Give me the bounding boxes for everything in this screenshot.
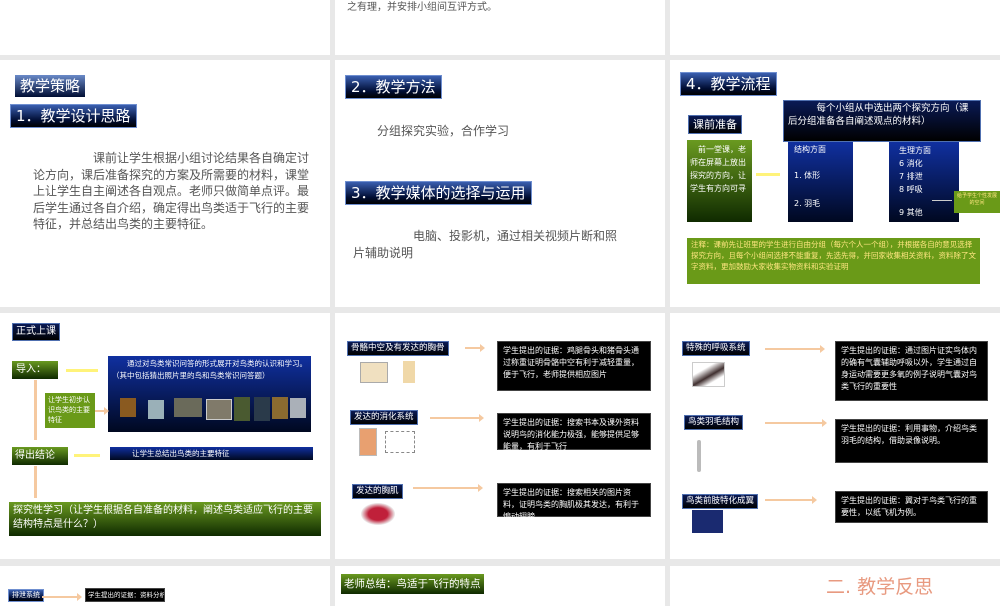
- slide-text: 之有理，并安排小组间互评方式。: [347, 2, 497, 13]
- flying-bird-image: [692, 510, 723, 533]
- structure-column: 结构方面 1. 体形 2. 羽毛: [788, 142, 853, 222]
- feature-label: 发达的消化系统: [350, 410, 418, 425]
- slide-teaching-methods[interactable]: 2．教学方法 分组探究实验，合作学习 3．教学媒体的选择与运用 电脑、投影机，通…: [335, 60, 665, 307]
- slide-thumbnail[interactable]: [670, 0, 1000, 55]
- feature-label: 排泄系统: [8, 589, 44, 602]
- slide-formal-class[interactable]: 正式上课 导入： 通过对鸟类常识问答的形式展开对鸟类的认识和学习。（其中包括猜出…: [0, 313, 330, 559]
- bird-photo: [290, 398, 306, 418]
- digestive-image: [385, 431, 415, 453]
- digestive-image: [359, 428, 377, 456]
- list-item: 9 其他: [899, 208, 923, 217]
- conclusion-label: 得出结论: [12, 447, 68, 465]
- section-heading: 4．教学流程: [680, 72, 777, 96]
- feature-label: 鸟类前肢特化成翼: [682, 494, 759, 509]
- bird-photo: [254, 397, 270, 421]
- bird-photo: [234, 397, 250, 421]
- physiology-column: 生理方面 6 消化 7 排泄 8 呼吸 9 其他: [889, 142, 959, 222]
- feather-image: [697, 440, 701, 472]
- section-heading: 2．教学方法: [345, 75, 442, 99]
- evidence-box: 学生提出的证据：搜索书本及课外资料说明鸟的消化能力极强，能够提供足够能量，有利于…: [497, 413, 651, 451]
- choose-direction-box: 每个小组从中选出两个探究方向（课后分组准备各自阐述观点的材料）: [783, 100, 981, 142]
- conclusion-box: 让学生总结出鸟类的主要特征: [110, 447, 313, 460]
- slide-thumbnail[interactable]: [0, 0, 330, 55]
- summary-heading: 老师总结：鸟适于飞行的特点: [341, 574, 484, 594]
- feature-label: 发达的胸肌: [352, 484, 403, 499]
- bird-photo: [120, 398, 136, 417]
- intro-box: 通过对鸟类常识问答的形式展开对鸟类的认识和学习。（其中包括猜出照片里的鸟和鸟类常…: [108, 356, 311, 432]
- evidence-box: 学生提出的证据：鸡腿骨头和猪骨头通过称重证明骨骼中空有利于减轻重量，便于飞行，老…: [497, 341, 651, 391]
- arrow-icon: [932, 200, 952, 201]
- arrow-icon: [765, 419, 827, 427]
- list-item: 生理方面: [899, 146, 931, 155]
- flow-line: [34, 466, 37, 498]
- arrow-icon: [430, 414, 484, 422]
- side-note: 给予学生个性发展的空间: [954, 191, 1000, 213]
- slide-teaching-flow[interactable]: 4．教学流程 课前准备 前一堂课，老师在屏幕上放出探究的方向，让学生有方向可寻 …: [670, 60, 1000, 307]
- arrow-icon: [95, 407, 109, 415]
- feature-label: 鸟类羽毛结构: [684, 415, 744, 430]
- slide-evidence-2[interactable]: 特殊的呼吸系统 学生提出的证据：通过图片证实鸟体内的确有气囊辅助呼吸以外，学生通…: [670, 313, 1000, 559]
- body-text: 分组探究实验，合作学习: [377, 124, 510, 138]
- arrow-icon: [413, 484, 483, 492]
- prep-box: 前一堂课，老师在屏幕上放出探究的方向，让学生有方向可寻: [687, 140, 752, 222]
- bird-photo: [272, 397, 288, 419]
- side-box: 让学生初步认识鸟类的主要特征: [45, 393, 95, 428]
- flow-line: [34, 380, 37, 440]
- feature-label: 特殊的呼吸系统: [682, 341, 750, 356]
- evidence-box: 学生提出的证据：利用事物，介绍鸟类羽毛的结构，借助录像说明。: [835, 419, 988, 463]
- inquiry-box: 探究性学习（让学生根据各自准备的材料，阐述鸟类适应飞行的主要结构特点是什么？）: [9, 502, 321, 536]
- evidence-box: 学生提出的证据：翼对于鸟类飞行的重要性，以纸飞机为例。: [835, 491, 988, 523]
- arrow-icon: [465, 344, 485, 352]
- skeleton-image: [360, 362, 388, 383]
- arrow-icon: [765, 496, 817, 504]
- arrow-icon: [756, 173, 780, 176]
- body-text: 电脑、投影机，通过相关视频片断和照片辅助说明: [353, 229, 618, 260]
- slide-evidence-1[interactable]: 骨骼中空及有发达的胸骨 学生提出的证据：鸡腿骨头和猪骨头通过称重证明骨骼中空有利…: [335, 313, 665, 559]
- list-item: 6 消化: [899, 159, 923, 168]
- arrow-icon: [765, 345, 825, 353]
- arrow-icon: [42, 593, 82, 601]
- feature-label: 骨骼中空及有发达的胸骨: [347, 341, 449, 356]
- note-box: 注释：课前先让班里的学生进行自由分组（每六个人一个组），并根据各自的意见选择探究…: [687, 238, 980, 284]
- intro-label: 导入：: [12, 361, 58, 379]
- list-item: 8 呼吸: [899, 185, 923, 194]
- slide-title: 教学策略: [15, 75, 86, 97]
- arrow-icon: [66, 369, 98, 372]
- section-heading: 3．教学媒体的选择与运用: [345, 181, 532, 205]
- intro-text: 通过对鸟类常识问答的形式展开对鸟类的认识和学习。（其中包括猜出照片里的鸟和鸟类常…: [112, 359, 307, 380]
- list-item: 结构方面: [794, 145, 826, 154]
- skeleton-image: [403, 361, 415, 383]
- slide-teaching-strategy[interactable]: 教学策略 1．教学设计思路 课前让学生根据小组讨论结果各自确定讨论方向，课后准备…: [0, 60, 330, 307]
- arrow-icon: [74, 454, 100, 457]
- reflection-heading: 二. 教学反思: [826, 576, 934, 598]
- section-heading: 1．教学设计思路: [10, 104, 137, 128]
- bird-photo: [174, 398, 202, 417]
- slide-thumbnail[interactable]: 二. 教学反思: [670, 566, 1000, 606]
- body-text: 课前让学生根据小组讨论结果各自确定讨论方向，课后准备探究的方案及所需要的材料，课…: [33, 151, 310, 231]
- bird-photo: [206, 399, 232, 420]
- slide-thumbnail[interactable]: 排泄系统 学生提出的证据：资料分析和实地: [0, 566, 330, 606]
- slide-title: 正式上课: [12, 323, 60, 341]
- evidence-box: 学生提出的证据：搜索相关的图片资料，证明鸟类的胸肌极其发达，有利于煽动翅膀: [497, 483, 651, 521]
- evidence-box: 学生提出的证据：通过图片证实鸟体内的确有气囊辅助呼吸以外，学生通过自身运动需要更…: [835, 341, 988, 401]
- slide-thumbnail[interactable]: 之有理，并安排小组间互评方式。: [335, 0, 665, 55]
- bird-image: [692, 362, 725, 387]
- list-item: 1. 体形: [794, 171, 821, 180]
- list-item: 7 排泄: [899, 172, 923, 181]
- slide-thumbnail[interactable]: 老师总结：鸟适于飞行的特点: [335, 566, 665, 606]
- list-item: 2. 羽毛: [794, 199, 821, 208]
- bird-photo: [148, 400, 164, 419]
- muscle-image: [361, 503, 395, 525]
- prep-label: 课前准备: [688, 115, 742, 134]
